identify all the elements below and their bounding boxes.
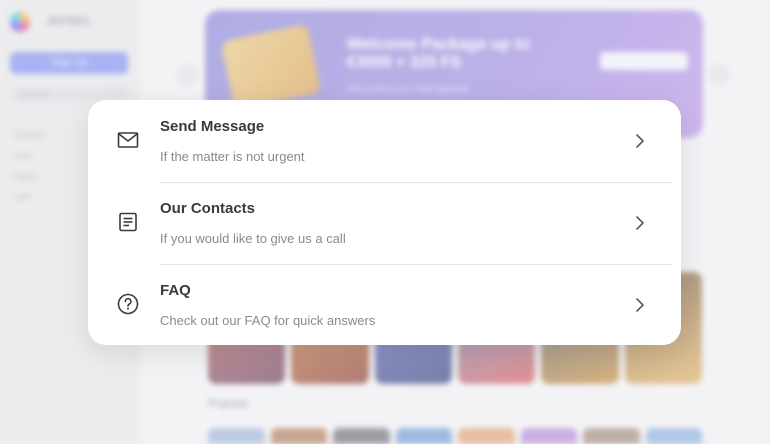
mail-icon <box>117 132 139 148</box>
support-modal: Send Message If the matter is not urgent… <box>88 100 681 345</box>
faq-subtitle: Check out our FAQ for quick answers <box>160 313 376 328</box>
send-message-subtitle: If the matter is not urgent <box>160 149 305 164</box>
faq-option[interactable]: FAQ Check out our FAQ for quick answers <box>88 264 681 346</box>
send-message-option[interactable]: Send Message If the matter is not urgent <box>88 100 681 182</box>
our-contacts-option[interactable]: Our Contacts If you would like to give u… <box>88 182 681 264</box>
our-contacts-title: Our Contacts <box>160 200 256 217</box>
chevron-right-icon <box>636 134 644 148</box>
chevron-right-icon <box>636 298 644 312</box>
chevron-right-icon <box>636 216 644 230</box>
send-message-title: Send Message <box>160 118 265 135</box>
our-contacts-subtitle: If you would like to give us a call <box>160 231 346 246</box>
faq-title: FAQ <box>160 282 191 299</box>
contacts-document-icon <box>119 212 137 232</box>
help-circle-icon <box>117 293 139 315</box>
